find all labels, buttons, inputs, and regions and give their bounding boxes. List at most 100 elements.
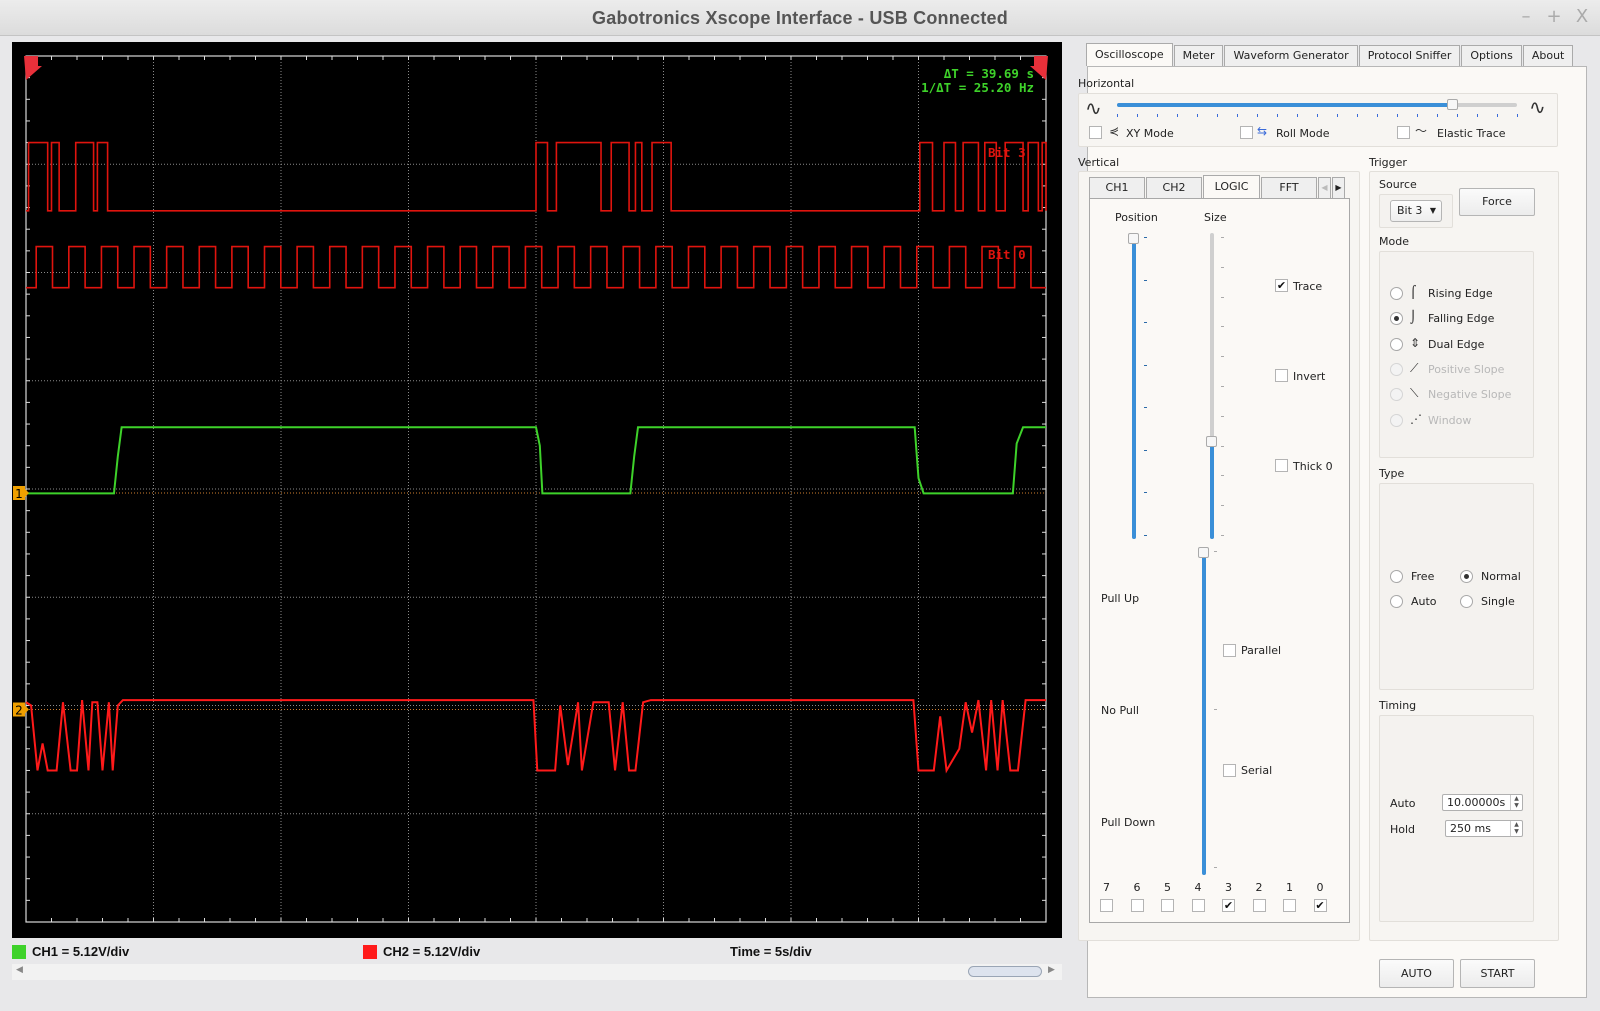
serial-checkbox[interactable] (1223, 764, 1236, 777)
ch2-marker-arrow-icon (25, 705, 29, 714)
main-tabs: Oscilloscope Meter Waveform Generator Pr… (1086, 43, 1574, 66)
slider-tick (1257, 114, 1258, 117)
close-button[interactable]: X (1574, 6, 1590, 27)
position-slider[interactable] (1128, 233, 1140, 539)
pull-slider-handle[interactable] (1198, 547, 1209, 558)
size-slider-handle[interactable] (1206, 436, 1217, 448)
tab-scroll-left-icon[interactable]: ◀ (1318, 177, 1331, 198)
bit-4-checkbox[interactable] (1191, 899, 1205, 912)
auto-timing-input[interactable]: 10.00000s ▲ ▼ (1442, 794, 1523, 811)
thick-checkbox[interactable] (1275, 459, 1288, 472)
dual-edge-icon: ⇕ (1410, 335, 1421, 350)
type-label-normal: Normal (1481, 570, 1521, 583)
scroll-left-icon[interactable]: ◀ (16, 965, 23, 975)
type-label-auto: Auto (1411, 594, 1437, 608)
horizontal-scrollbar[interactable]: ◀ ▶ (12, 964, 1062, 980)
slider-tick (1144, 322, 1147, 324)
inverse-delta-t-readout: 1/ΔT = 25.20 Hz (921, 80, 1034, 95)
slider-tick (1221, 266, 1224, 268)
mode-radio-rising-edge[interactable] (1390, 287, 1403, 300)
oscilloscope-panel: Horizontal ∿ ∿ ⋞ XY Mode ⇆ Roll Mode 〜 E… (1078, 66, 1587, 998)
slider-tick (1144, 364, 1147, 366)
position-slider-handle[interactable] (1128, 233, 1139, 244)
tab-waveform-generator[interactable]: Waveform Generator (1224, 45, 1358, 66)
horizontal-slider[interactable] (1117, 99, 1517, 110)
bit-1-label: 1 (1286, 881, 1293, 894)
tab-meter[interactable]: Meter (1173, 45, 1224, 66)
bit-0-checkbox[interactable]: ✔ (1313, 899, 1327, 912)
slider-tick (1221, 237, 1224, 238)
roll-mode-icon: ⇆ (1257, 124, 1268, 138)
elastic-trace-checkbox[interactable] (1397, 126, 1410, 139)
invert-checkbox[interactable] (1275, 369, 1288, 382)
tab-protocol-sniffer[interactable]: Protocol Sniffer (1358, 45, 1461, 66)
slider-tick (1237, 114, 1238, 117)
logic-tab-content: Position Size ✔ Trace Invert Thick 0 Pul… (1089, 198, 1350, 923)
scrollbar-thumb[interactable] (968, 966, 1042, 977)
vertical-label: Vertical (1078, 156, 1120, 169)
minimize-button[interactable]: – (1518, 6, 1534, 27)
negative-slope-icon: ⟍ (1410, 386, 1419, 401)
size-slider[interactable] (1206, 233, 1218, 539)
mode-box (1379, 251, 1534, 458)
hold-spin-arrows[interactable]: ▲ ▼ (1510, 821, 1522, 836)
mode-radio-dual-edge[interactable] (1390, 337, 1403, 351)
bit-2-checkbox[interactable] (1252, 899, 1266, 912)
scope-plot[interactable]: 12 ΔT = 39.69 s 1/ΔT = 25.20 Hz Bit 3 Bi… (12, 42, 1062, 938)
roll-mode-label: Roll Mode (1276, 127, 1330, 140)
trace-checkbox[interactable]: ✔ (1275, 279, 1288, 292)
type-radio-free[interactable] (1390, 570, 1403, 583)
scope-display[interactable]: 12 ΔT = 39.69 s 1/ΔT = 25.20 Hz Bit 3 Bi… (12, 42, 1062, 938)
roll-mode-checkbox[interactable] (1240, 126, 1253, 139)
slider-tick (1117, 114, 1118, 117)
tab-about[interactable]: About (1522, 45, 1574, 66)
slider-tick (1144, 535, 1147, 536)
start-button[interactable]: START (1460, 959, 1535, 988)
bit-7-checkbox[interactable] (1100, 899, 1113, 912)
slider-tick (1221, 445, 1224, 447)
type-radio-single[interactable] (1460, 594, 1473, 608)
bit-5-checkbox[interactable] (1161, 899, 1174, 912)
tab-oscilloscope[interactable]: Oscilloscope (1086, 43, 1173, 66)
force-button[interactable]: Force (1459, 188, 1535, 216)
parallel-checkbox[interactable] (1223, 644, 1236, 657)
bit-3-checkbox[interactable]: ✔ (1222, 899, 1235, 912)
scroll-right-icon[interactable]: ▶ (1048, 965, 1055, 975)
slider-tick (1144, 449, 1147, 451)
tab-options[interactable]: Options (1461, 45, 1522, 66)
tab-scroll-right-icon[interactable]: ▶ (1332, 177, 1345, 198)
source-dropdown[interactable]: Bit 3 ▼ (1390, 200, 1442, 222)
slider-tick (1157, 114, 1158, 117)
tab-ch1[interactable]: CH1 (1089, 177, 1145, 198)
markers: 12 (13, 56, 1048, 718)
pull-up-label: Pull Up (1101, 592, 1140, 605)
parallel-label: Parallel (1241, 644, 1282, 657)
bit-6-checkbox[interactable] (1130, 899, 1144, 912)
bit-0-label: 0 (1316, 881, 1324, 894)
type-radio-normal[interactable] (1460, 570, 1473, 583)
horizontal-slider-handle[interactable] (1447, 99, 1458, 110)
auto-timing-spin-arrows[interactable]: ▲ ▼ (1510, 795, 1522, 810)
tab-logic[interactable]: LOGIC (1203, 175, 1260, 198)
hold-input[interactable]: 250 ms ▲ ▼ (1445, 820, 1523, 837)
mode-radio-window (1390, 413, 1403, 427)
slider-tick (1457, 114, 1458, 117)
tab-fft[interactable]: FFT (1261, 177, 1317, 198)
mode-label-positive-slope: Positive Slope (1428, 362, 1505, 376)
maximize-button[interactable]: + (1546, 6, 1562, 27)
slider-tick (1517, 114, 1518, 117)
bit-4-label: 4 (1194, 881, 1202, 894)
bit-1-checkbox[interactable] (1283, 899, 1296, 912)
type-radio-auto[interactable] (1390, 594, 1403, 608)
pull-slider[interactable] (1198, 547, 1210, 875)
bit-7-label: 7 (1103, 881, 1110, 894)
bit-6-label: 6 (1133, 881, 1141, 894)
xy-mode-checkbox[interactable] (1089, 126, 1102, 139)
auto-button[interactable]: AUTO (1379, 959, 1454, 988)
vertical-tabs: CH1 CH2 LOGIC FFT ◀ ▶ (1089, 175, 1346, 198)
ch1-scale: CH1 = 5.12V/div (32, 944, 130, 959)
timing-box (1379, 715, 1534, 922)
sine-narrow-icon: ∿ (1529, 95, 1546, 119)
tab-ch2[interactable]: CH2 (1146, 177, 1202, 198)
mode-label-dual-edge: Dual Edge (1428, 337, 1485, 351)
